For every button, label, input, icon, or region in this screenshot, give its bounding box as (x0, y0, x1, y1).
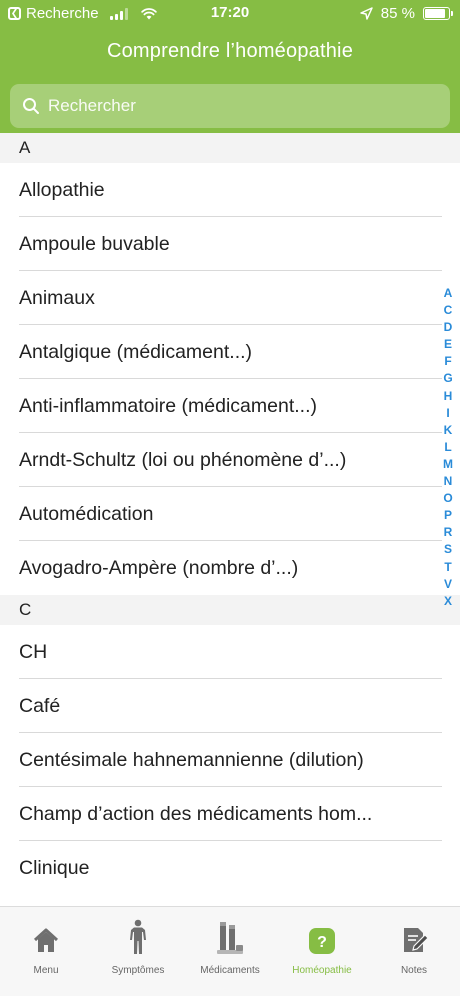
index-letter[interactable]: M (443, 456, 453, 473)
list-item[interactable]: Allopathie (0, 163, 460, 217)
tab-menu-label: Menu (33, 965, 59, 976)
index-letter[interactable]: T (444, 559, 451, 576)
search-icon (23, 98, 39, 114)
list-item[interactable]: CH (0, 625, 460, 679)
alphabet-index[interactable]: ACDEFGHIKLMNOPRSTVX (441, 285, 455, 610)
status-right: 85 % (360, 5, 453, 22)
battery-icon (423, 7, 453, 20)
tab-homeopathie-label: Homéopathie (292, 965, 352, 976)
section-header: C (0, 595, 460, 625)
battery-fill (425, 9, 445, 18)
svg-text:?: ? (317, 934, 327, 951)
list-item[interactable]: Café (0, 679, 460, 733)
tab-bar: Menu Symptômes Médicaments ? Homéopathie… (0, 906, 460, 996)
index-letter[interactable]: H (444, 388, 453, 405)
index-letter[interactable]: S (444, 541, 452, 558)
tab-notes[interactable]: Notes (368, 907, 460, 996)
index-letter[interactable]: E (444, 336, 452, 353)
index-letter[interactable]: K (444, 422, 453, 439)
index-letter[interactable]: X (444, 593, 452, 610)
search-input[interactable] (48, 96, 428, 116)
list-item[interactable]: Arndt-Schultz (loi ou phénomène d’...) (0, 433, 460, 487)
list-item[interactable]: Anti-inflammatoire (médicament...) (0, 379, 460, 433)
tab-medicaments[interactable]: Médicaments (184, 907, 276, 996)
index-letter[interactable]: D (444, 319, 453, 336)
list-item[interactable]: Animaux (0, 271, 460, 325)
index-letter[interactable]: N (444, 473, 453, 490)
list-item[interactable]: Avogadro-Ampère (nombre d’...) (0, 541, 460, 595)
glossary-list: A Allopathie Ampoule buvable Animaux Antalgi… (0, 133, 460, 895)
index-letter[interactable]: R (444, 524, 453, 541)
medicine-tubes-icon (217, 922, 243, 954)
location-arrow-icon (360, 7, 373, 20)
index-letter[interactable]: G (443, 370, 452, 387)
page-title: Comprendre l’homéopathie (106, 40, 354, 62)
index-letter[interactable]: O (443, 490, 452, 507)
index-letter[interactable]: V (444, 576, 452, 593)
index-letter[interactable]: P (444, 507, 452, 524)
index-letter[interactable]: I (446, 405, 449, 422)
tab-medicaments-label: Médicaments (200, 965, 260, 976)
app-header: ❮ Recherche 17:20 85 % Comprendre l’homé… (0, 0, 460, 133)
list-item[interactable]: Clinique (0, 841, 460, 895)
search-bar[interactable] (10, 84, 450, 128)
tab-symptomes[interactable]: Symptômes (92, 907, 184, 996)
tab-symptomes-label: Symptômes (111, 965, 165, 976)
index-letter[interactable]: A (444, 285, 453, 302)
tab-homeopathie[interactable]: ? Homéopathie (276, 907, 368, 996)
tab-notes-label: Notes (400, 965, 428, 976)
list-item[interactable]: Champ d’action des médicaments hom... (0, 787, 460, 841)
index-letter[interactable]: L (444, 439, 451, 456)
question-icon: ? (309, 928, 335, 954)
list-item[interactable]: Ampoule buvable (0, 217, 460, 271)
battery-percent: 85 % (380, 5, 415, 22)
note-pencil-icon (404, 928, 429, 952)
body-icon (130, 919, 146, 954)
list-item[interactable]: Antalgique (médicament...) (0, 325, 460, 379)
status-bar: ❮ Recherche 17:20 85 % (0, 0, 460, 26)
house-icon (33, 928, 59, 952)
section-header: A (0, 133, 460, 163)
index-letter[interactable]: F (444, 353, 451, 370)
list-item[interactable]: Automédication (0, 487, 460, 541)
tab-menu[interactable]: Menu (0, 907, 92, 996)
index-letter[interactable]: C (444, 302, 453, 319)
list-item[interactable]: Centésimale hahnemannienne (dilution) (0, 733, 460, 787)
